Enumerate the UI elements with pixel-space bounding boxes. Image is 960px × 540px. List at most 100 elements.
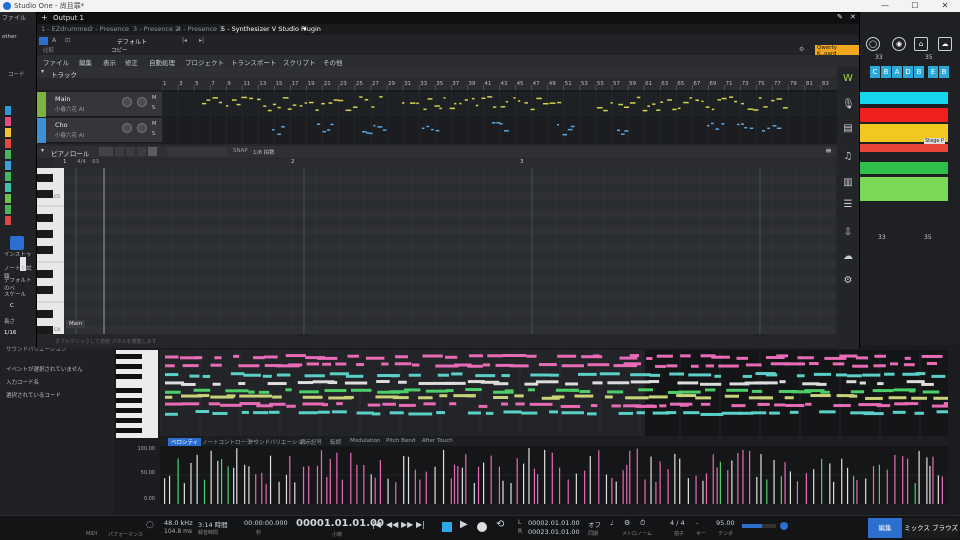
pianoroll-keys[interactable]: C5 C4 xyxy=(37,168,64,334)
edit-view-button[interactable]: 編集 xyxy=(868,518,902,538)
track-color-1[interactable] xyxy=(5,106,11,115)
prev-preset-icon[interactable]: |◂ xyxy=(182,37,187,44)
track-lanes[interactable] xyxy=(162,90,837,144)
host-clip-red[interactable] xyxy=(860,108,948,122)
track-color-10[interactable] xyxy=(5,205,11,214)
tab-symbols[interactable]: 表示記号 xyxy=(300,438,322,446)
tab-pitch-bend[interactable]: Pitch Bend xyxy=(386,438,415,444)
menu-transport[interactable]: トランスポート xyxy=(231,57,276,67)
length-value[interactable]: 1/16 xyxy=(4,330,16,336)
menu-project[interactable]: プロジェクト xyxy=(185,57,224,67)
knife-tool-icon[interactable] xyxy=(137,147,146,156)
track-color-6[interactable] xyxy=(5,161,11,170)
menu-view[interactable]: 表示 xyxy=(103,57,116,67)
menu-file[interactable]: ファイル xyxy=(43,57,69,67)
velocity-lane[interactable] xyxy=(160,446,948,504)
track-color-8[interactable] xyxy=(5,183,11,192)
time-signature[interactable]: 4 / 4 xyxy=(670,519,685,527)
loop-left-position[interactable]: 00002.01.01.00 xyxy=(528,519,580,527)
pointer-tool-icon[interactable] xyxy=(99,147,113,156)
eraser-tool-icon[interactable] xyxy=(126,147,135,156)
track-main-pan-knob[interactable] xyxy=(137,97,147,107)
automation-icon[interactable]: A xyxy=(52,37,56,44)
pitch-tool-icon[interactable] xyxy=(148,147,157,156)
tab-after-touch[interactable]: After Touch xyxy=(422,438,453,444)
preset-name[interactable]: デフォルト xyxy=(117,37,147,46)
play-button[interactable]: ▶ xyxy=(460,519,468,530)
copy-button[interactable]: コピー xyxy=(111,46,128,54)
track-color-3[interactable] xyxy=(5,128,11,137)
cloud-icon[interactable]: ☁ xyxy=(938,37,952,51)
host-piano-keys[interactable] xyxy=(116,350,158,438)
collapse-track-icon[interactable]: ▾ xyxy=(41,68,44,75)
forward-to-end-icon[interactable]: ▶| xyxy=(416,520,425,529)
tab-dropdown-icon[interactable]: ▾ xyxy=(303,25,306,35)
plugin-settings-icon[interactable]: ⚙ xyxy=(842,275,854,287)
metronome-icon[interactable]: ♩ xyxy=(610,519,613,527)
chord-c[interactable]: C xyxy=(870,66,881,78)
param-toggle-group[interactable] xyxy=(167,147,227,156)
tab-ezdrummer[interactable]: 1 - EZdrummer xyxy=(41,25,90,35)
settings-gear-icon[interactable]: ⚙ xyxy=(799,46,804,53)
track-cho-pan-knob[interactable] xyxy=(137,123,147,133)
seconds-counter[interactable]: 00:00:00.000 xyxy=(244,519,288,527)
host-note-grid[interactable] xyxy=(160,350,948,436)
pianoroll-ruler[interactable]: 1 4/4 93 2 3 xyxy=(52,159,836,168)
tab-presence-2[interactable]: 3 - Presence 2 xyxy=(133,25,179,35)
stop-button[interactable] xyxy=(442,522,452,532)
snap-value[interactable]: 1/8 拍数 xyxy=(253,148,275,156)
track-cho-voice[interactable]: 小春六花 AI xyxy=(55,131,84,139)
host-clip-lightgreen[interactable] xyxy=(860,177,948,201)
compare-button[interactable]: 比較 xyxy=(43,46,54,54)
pin-icon[interactable]: ✎ xyxy=(837,13,843,21)
forward-icon[interactable]: ▶▶ xyxy=(401,520,413,529)
microphone-icon[interactable]: 🎙︎ xyxy=(842,99,855,111)
user-icon[interactable]: ◯ xyxy=(866,37,880,51)
chord-b-2[interactable]: B xyxy=(914,66,925,78)
add-icon[interactable]: + xyxy=(41,13,48,22)
scale-value[interactable]: C xyxy=(10,303,14,309)
track-main[interactable]: Main 小春六花 AI M S xyxy=(37,92,162,117)
mix-view-button[interactable]: ミックス xyxy=(903,518,931,538)
track-main-solo[interactable]: S xyxy=(152,105,155,111)
bars-counter[interactable]: 00001.01.01.00 xyxy=(296,518,384,529)
note-icon[interactable]: ♫ xyxy=(842,151,854,163)
main-track-tag[interactable]: Main xyxy=(66,320,86,328)
track-main-volume-knob[interactable] xyxy=(122,97,132,107)
record-button[interactable] xyxy=(477,522,487,532)
pianoroll-grid[interactable]: Main xyxy=(64,168,836,334)
track-cho-mute[interactable]: M xyxy=(152,121,156,127)
synthv-logo-icon[interactable]: W xyxy=(842,73,854,85)
minimize-button[interactable]: — xyxy=(870,0,900,12)
menu-edit[interactable]: 編集 xyxy=(79,57,92,67)
close-window-button[interactable]: ✕ xyxy=(930,0,960,12)
loop-right-position[interactable]: 00023.01.01.00 xyxy=(528,528,580,536)
export-icon[interactable]: ⇩ xyxy=(842,227,854,239)
host-clip-green[interactable] xyxy=(860,162,948,174)
chord-e[interactable]: E xyxy=(928,66,939,78)
tab-presence[interactable]: 2 - Presence xyxy=(89,25,129,35)
menu-automation[interactable]: 自動処理 xyxy=(149,57,175,67)
track-main-voice[interactable]: 小春六花 AI xyxy=(55,105,84,113)
sync-status[interactable]: オフ xyxy=(588,519,601,529)
track-color-4[interactable] xyxy=(5,139,11,148)
next-preset-icon[interactable]: ▸| xyxy=(199,37,204,44)
sliders-icon[interactable]: ☰ xyxy=(842,199,854,211)
host-clip-cyan[interactable] xyxy=(860,92,948,104)
track-main-name[interactable]: Main xyxy=(55,95,71,103)
tab-transpose[interactable]: 転調 xyxy=(330,438,341,446)
layers-icon[interactable]: ▤ xyxy=(842,123,854,135)
track-cho-volume-knob[interactable] xyxy=(122,123,132,133)
browse-view-button[interactable]: ブラウズ xyxy=(931,518,959,538)
menu-other[interactable]: その他 xyxy=(323,57,343,67)
rewind-icon[interactable]: ◀◀ xyxy=(386,520,398,529)
collapse-pianoroll-icon[interactable]: ▾ xyxy=(41,147,44,154)
master-toggle[interactable] xyxy=(780,522,788,530)
menu-modify[interactable]: 修正 xyxy=(125,57,138,67)
chord-d[interactable]: D xyxy=(903,66,914,78)
key-value[interactable]: - xyxy=(696,519,698,527)
pianoroll-menu-icon[interactable]: ≡ xyxy=(825,146,832,155)
track-color-7[interactable] xyxy=(5,172,11,181)
rewind-to-start-icon[interactable]: |◀ xyxy=(372,520,381,529)
chord-b[interactable]: B xyxy=(881,66,892,78)
